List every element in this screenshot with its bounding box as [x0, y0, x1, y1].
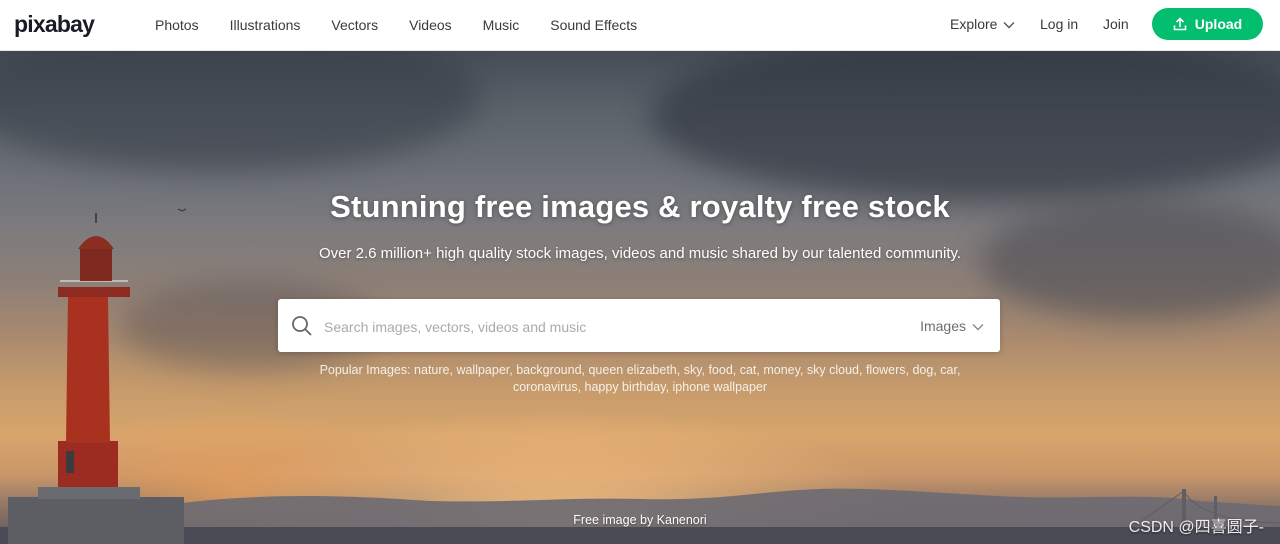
hero-banner: Stunning free images & royalty free stoc…	[0, 51, 1280, 544]
lighthouse-gallery	[58, 287, 130, 297]
search-bar: Images	[278, 299, 1000, 354]
lighthouse-door	[66, 451, 74, 473]
top-navbar: pixabay Photos Illustrations Vectors Vid…	[0, 0, 1280, 51]
upload-icon	[1173, 17, 1187, 31]
nav-videos[interactable]: Videos	[409, 0, 452, 51]
sea	[0, 527, 1280, 544]
popular-searches[interactable]: Popular Images: nature, wallpaper, backg…	[290, 362, 990, 396]
landscape-scene	[0, 208, 1280, 544]
explore-menu[interactable]: Explore	[950, 0, 1015, 48]
pier-step	[38, 487, 140, 499]
join-link[interactable]: Join	[1103, 0, 1129, 48]
pixabay-logo[interactable]: pixabay	[14, 10, 95, 38]
nav-photos[interactable]: Photos	[155, 0, 199, 51]
nav-illustrations[interactable]: Illustrations	[230, 0, 301, 51]
media-type-select[interactable]: Images	[920, 299, 984, 354]
search-input[interactable]	[322, 299, 886, 354]
media-type-label: Images	[920, 318, 966, 334]
main-nav: Photos Illustrations Vectors Videos Musi…	[155, 0, 668, 51]
chevron-down-icon	[972, 323, 984, 330]
upload-label: Upload	[1194, 16, 1243, 32]
chevron-down-icon	[1003, 21, 1015, 28]
nav-sound-effects[interactable]: Sound Effects	[550, 0, 637, 51]
explore-label: Explore	[950, 16, 998, 32]
nav-vectors[interactable]: Vectors	[331, 0, 378, 51]
hero-headline: Stunning free images & royalty free stoc…	[330, 189, 950, 224]
lighthouse-tower	[66, 297, 110, 443]
watermark: CSDN @四喜圆子-	[1128, 519, 1264, 536]
nav-music[interactable]: Music	[483, 0, 520, 51]
upload-button[interactable]: Upload	[1152, 8, 1263, 40]
hero-subheadline: Over 2.6 million+ high quality stock ima…	[318, 245, 962, 262]
login-link[interactable]: Log in	[1040, 0, 1078, 48]
search-icon[interactable]	[291, 315, 313, 337]
image-credit[interactable]: Free image by Kanenori	[0, 513, 1280, 527]
